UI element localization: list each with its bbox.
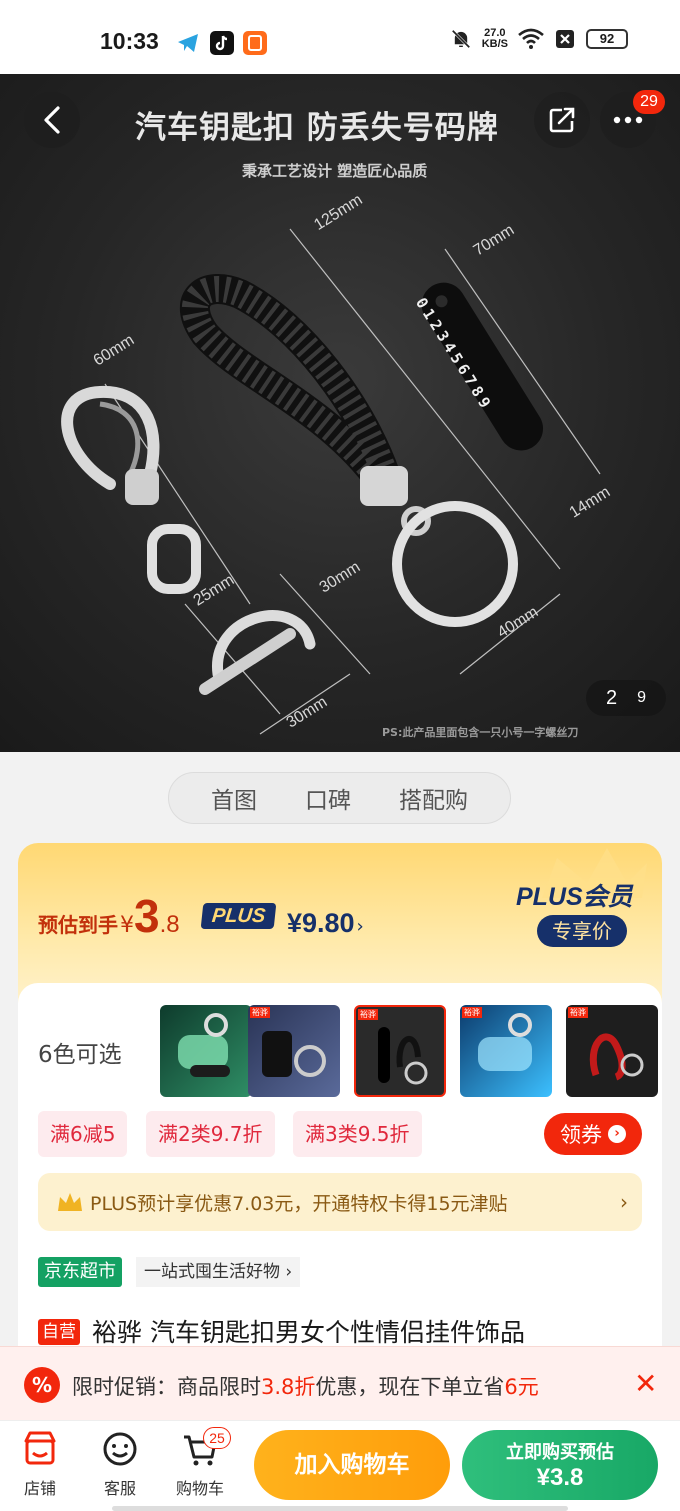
bottom-action-bar: 店铺 客服 购物车 25 加入购物车 立即购买预估 ¥3.8 — [0, 1420, 680, 1511]
split-ring — [392, 501, 518, 627]
customer-service-icon — [103, 1432, 137, 1466]
jd-supermarket-tag[interactable]: 京东超市 — [38, 1257, 122, 1287]
plus-price-chevron: › — [356, 916, 364, 937]
plus-benefit-bar[interactable]: PLUS预计享优惠7.03元，开通特权卡得15元津贴 › — [38, 1173, 642, 1231]
key-case-blue-image — [478, 1013, 532, 1071]
supermarket-slogan[interactable]: 一站式囤生活好物 › — [136, 1257, 301, 1287]
plus-member-label: PLUS会员 — [516, 883, 633, 911]
number-plate — [421, 282, 544, 451]
tab-main-image[interactable]: 首图 — [211, 781, 257, 815]
pager-total: 9 — [637, 689, 647, 706]
discount-icon: % — [24, 1367, 60, 1403]
wifi-icon — [518, 28, 544, 49]
net-speed: 27.0 KB/S — [482, 28, 508, 50]
price-integer: 3 — [134, 890, 160, 942]
color-thumb-4[interactable]: 裕骅 — [460, 1005, 552, 1097]
product-title: 裕骅 汽车钥匙扣男女个性情侣挂件饰品 — [92, 1318, 525, 1347]
clock: 10:33 — [100, 28, 159, 54]
buy-now-label: 立即购买预估 — [506, 1442, 614, 1463]
plus-price: ¥9.80 — [286, 908, 355, 938]
hero-note: PS:此产品里面包含一只小号一字螺丝刀 — [382, 726, 579, 739]
store-label: 店铺 — [23, 1479, 56, 1498]
close-icon[interactable]: ✕ — [634, 1367, 657, 1400]
plus-benefit-text: PLUS预计享优惠7.03元，开通特权卡得15元津贴 — [90, 1192, 508, 1215]
promo-text: 限时促销：商品限时3.8折优惠，现在下单立省6元 — [72, 1371, 539, 1401]
chevron-right-icon: › — [620, 1190, 628, 1214]
color-thumb-5[interactable]: 裕骅 — [566, 1005, 658, 1097]
thumb-brand-tag: 裕骅 — [568, 1007, 588, 1018]
mute-bell-icon — [451, 29, 470, 49]
limited-promo-banner[interactable]: % 限时促销：商品限时3.8折优惠，现在下单立省6元 ✕ — [0, 1346, 680, 1420]
buy-now-price: ¥3.8 — [536, 1464, 584, 1491]
promo-saving: 6元 — [504, 1375, 539, 1399]
pager-current: 2 — [605, 686, 618, 709]
tab-bundle[interactable]: 搭配购 — [399, 781, 468, 815]
promo-text-1: 限时促销：商品限时 — [72, 1375, 261, 1399]
status-bar: 10:33 27.0 KB/S 92 — [0, 0, 680, 74]
customer-service-button[interactable]: 客服 — [88, 1429, 152, 1499]
product-info-card: 预估到手 ¥ 3 .8 PLUS ¥9.80 › PLUS会员 专享价 6色可选… — [18, 843, 662, 1403]
cart-count-badge: 25 — [203, 1427, 231, 1449]
chevron-left-icon — [44, 106, 60, 134]
keychain-set-image — [378, 1027, 428, 1085]
coupon-1[interactable]: 满6减5 — [38, 1111, 128, 1157]
cart-label: 购物车 — [175, 1479, 224, 1498]
coupon-3[interactable]: 满3类9.5折 — [293, 1111, 422, 1157]
crown-icon — [58, 1193, 82, 1211]
color-count-label[interactable]: 6色可选 — [38, 1035, 122, 1069]
price-row[interactable]: 预估到手 ¥ 3 .8 PLUS ¥9.80 › — [38, 889, 364, 943]
app-notification-icon — [243, 31, 267, 55]
message-count-badge: 29 — [633, 90, 665, 114]
coupon-2[interactable]: 满2类9.7折 — [146, 1111, 275, 1157]
service-label: 客服 — [103, 1479, 136, 1498]
telegram-icon — [176, 31, 200, 55]
red-braided-strap-image — [589, 1033, 644, 1081]
promo-text-2: 优惠，现在下单立省 — [315, 1375, 505, 1399]
thumb-brand-tag: 裕骅 — [462, 1007, 482, 1018]
plus-exclusive-pill[interactable]: 专享价 — [537, 915, 627, 947]
battery-indicator: 92 — [586, 29, 628, 49]
color-thumb-2[interactable]: 裕骅 — [248, 1005, 340, 1097]
price-decimal: .8 — [159, 911, 180, 938]
image-pager: 2 9 — [586, 680, 666, 716]
store-button[interactable]: 店铺 — [8, 1429, 72, 1499]
get-coupon-label: 领券 — [560, 1123, 602, 1147]
home-indicator — [112, 1506, 568, 1511]
share-icon — [549, 107, 575, 133]
status-icons: 27.0 KB/S 92 — [450, 28, 628, 50]
sim-off-icon — [556, 30, 574, 48]
promo-discount: 3.8折 — [261, 1375, 316, 1399]
options-section: 6色可选 裕骅 裕骅 裕骅 裕骅 满6减5 满2类9.7折 满3类9.5折 领券… — [18, 983, 662, 1403]
buy-now-button[interactable]: 立即购买预估 ¥3.8 — [462, 1430, 658, 1500]
tiktok-icon — [210, 31, 234, 55]
tab-reviews[interactable]: 口碑 — [305, 781, 351, 815]
net-speed-unit: KB/S — [481, 38, 508, 50]
self-operated-tag: 自营 — [38, 1319, 80, 1345]
image-tab-switcher: 首图 口碑 搭配购 — [168, 772, 511, 824]
estimated-price-label: 预估到手 — [38, 913, 118, 937]
thumb-brand-tag: 裕骅 — [358, 1009, 378, 1020]
get-coupon-button[interactable]: 领券 › — [544, 1113, 642, 1155]
store-icon — [24, 1431, 56, 1465]
add-to-cart-button[interactable]: 加入购物车 — [254, 1430, 450, 1500]
price-currency: ¥ — [120, 913, 134, 938]
plus-tag: PLUS — [200, 903, 277, 929]
thumb-brand-tag: 裕骅 — [250, 1007, 270, 1018]
chevron-right-icon: › — [608, 1125, 626, 1143]
key-holder-image — [262, 1031, 326, 1077]
back-button[interactable] — [24, 92, 80, 148]
share-button[interactable] — [534, 92, 590, 148]
more-dots-icon — [613, 116, 643, 124]
color-thumb-3-selected[interactable]: 裕骅 — [354, 1005, 446, 1097]
key-case-image — [178, 1013, 230, 1077]
color-thumb-1[interactable] — [160, 1005, 252, 1097]
product-image-carousel[interactable]: 汽车钥匙扣 防丢失号码牌 秉承工艺设计 塑造匠心品质 0123456789 60… — [0, 74, 680, 752]
product-illustration — [61, 228, 601, 735]
